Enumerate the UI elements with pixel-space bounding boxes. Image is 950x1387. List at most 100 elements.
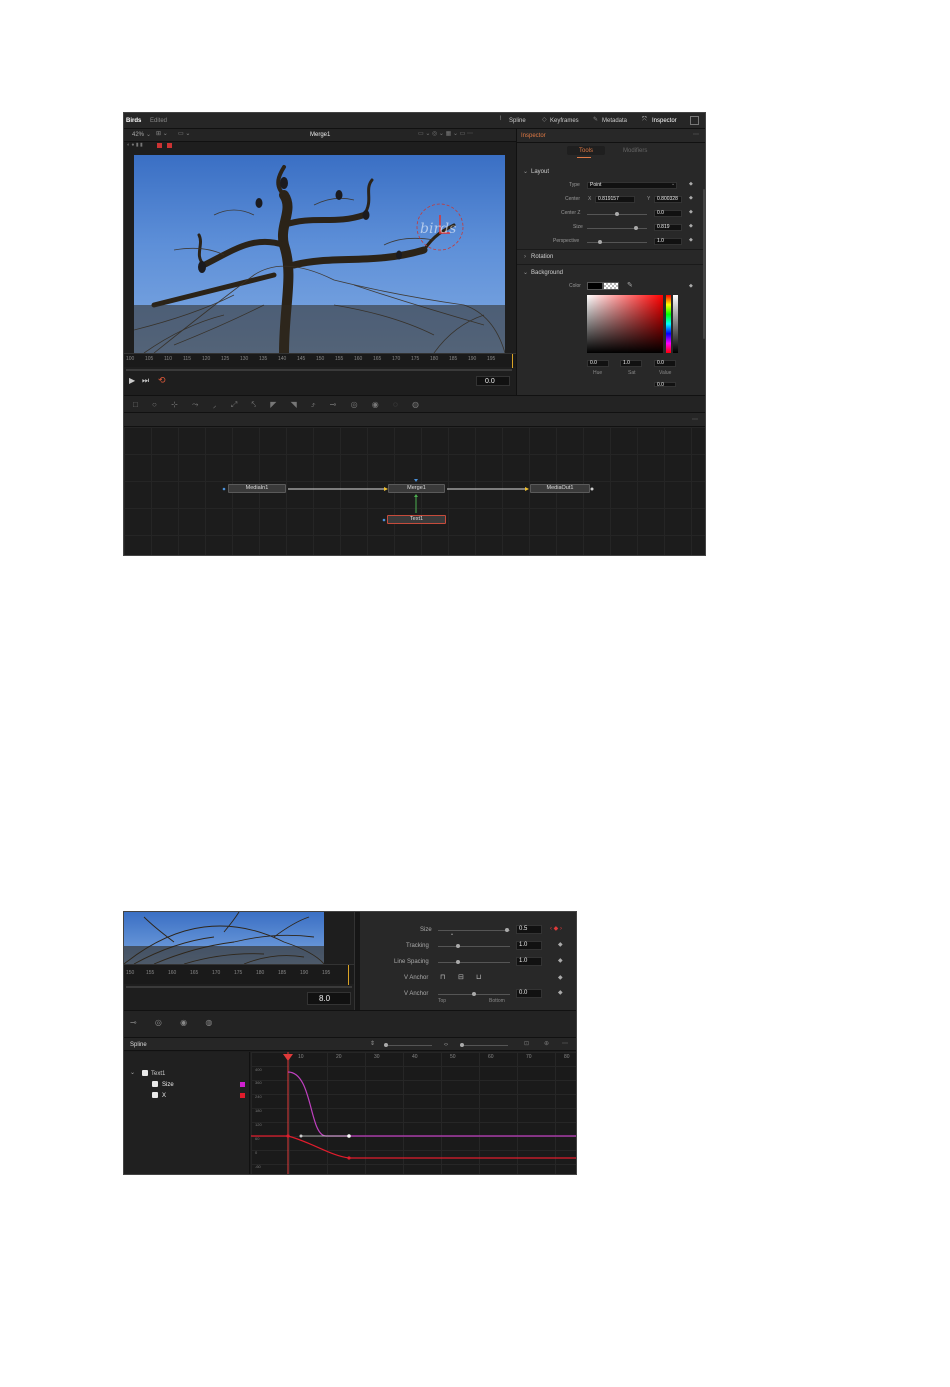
skip-end-icon[interactable]: ⏭: [142, 377, 149, 385]
value-field[interactable]: 0.0: [654, 360, 676, 367]
vertical-zoom-slider[interactable]: [384, 1045, 432, 1046]
scrub-bar[interactable]: [126, 369, 512, 371]
tab-keyframes[interactable]: Keyframes: [550, 118, 579, 124]
tab-inspector[interactable]: Inspector: [652, 118, 677, 124]
keyframe-icon[interactable]: ◆: [689, 284, 693, 289]
viewer-image[interactable]: birds: [134, 155, 505, 353]
red-channel-icon[interactable]: [157, 143, 162, 148]
scrub-bar[interactable]: [126, 986, 352, 988]
size-knob[interactable]: [634, 226, 638, 230]
hue-field[interactable]: 0.0: [587, 360, 609, 367]
line-spacing-slider[interactable]: [438, 962, 510, 963]
alpha-swatch[interactable]: [603, 282, 619, 290]
keyframe-icon[interactable]: ◆: [558, 942, 563, 948]
node-editor[interactable]: MediaIn1 Merge1 MediaOut1 Text1: [124, 427, 705, 555]
zoom-chevron-icon[interactable]: ⌄: [146, 132, 151, 138]
alpha-strip[interactable]: [673, 295, 678, 353]
horizontal-zoom-knob[interactable]: [460, 1043, 464, 1047]
v-anchor-field[interactable]: 0.0: [516, 989, 542, 998]
keyframe-icon[interactable]: ◆: [689, 196, 693, 201]
spline-icon[interactable]: ⌇: [499, 116, 502, 122]
size-slider[interactable]: [587, 228, 647, 229]
tab-metadata[interactable]: Metadata: [602, 118, 627, 124]
next-field[interactable]: 0.0: [654, 382, 676, 388]
maximize-icon[interactable]: [690, 116, 699, 125]
spline-graph[interactable]: 10 20 30 40 50 60 70 80 400 360 240 180 …: [251, 1052, 576, 1174]
zoom-horizontal-icon[interactable]: ‹›: [444, 1042, 448, 1048]
viewer-time-ruler[interactable]: 100 105 110 115 120 125 130 135 140 145 …: [124, 353, 516, 368]
spline-options-icon[interactable]: ⋯: [562, 1041, 568, 1047]
size-field[interactable]: 0.819: [654, 224, 682, 231]
center-y-field[interactable]: 0.800328: [654, 196, 682, 203]
color-swatch[interactable]: [587, 282, 603, 290]
sat-field[interactable]: 1.0: [620, 360, 642, 367]
chevron-down-icon[interactable]: ⌄: [523, 270, 528, 276]
keyframe-icon[interactable]: ◆: [689, 224, 693, 229]
tree-item-x[interactable]: X: [162, 1093, 166, 1099]
chevron-down-icon[interactable]: ⌄: [523, 169, 528, 175]
loop-icon[interactable]: ⟲: [158, 376, 166, 385]
play-icon[interactable]: ▶: [129, 377, 135, 385]
node-options-icon[interactable]: ⋯: [692, 417, 698, 423]
inspector-options-icon[interactable]: ⋯: [693, 132, 699, 138]
line-spacing-knob[interactable]: [456, 960, 460, 964]
keyframe-icon[interactable]: ◆: [558, 958, 563, 964]
view-icon[interactable]: ▭ ⌄: [178, 131, 190, 137]
keyframe-icon[interactable]: ◆: [558, 990, 563, 996]
subtool-icons[interactable]: ◐ ● ▮ ▮: [127, 143, 143, 148]
tab-modifiers[interactable]: Modifiers: [623, 148, 647, 154]
zoom-icon[interactable]: ⊕: [544, 1041, 549, 1047]
inspector-scrollbar[interactable]: [703, 189, 705, 339]
keyframe-icon[interactable]: ◆: [689, 182, 693, 187]
tree-item-size[interactable]: Size: [162, 1082, 174, 1088]
anchor-bottom-icon[interactable]: ⊔: [476, 974, 481, 981]
perspective-field[interactable]: 1.0: [654, 238, 682, 245]
center-z-knob[interactable]: [615, 212, 619, 216]
tracking-knob[interactable]: [456, 944, 460, 948]
chevron-down-icon[interactable]: ⌄: [130, 1070, 135, 1076]
keyframe-nav-icon[interactable]: ‹ ◆ ›: [550, 926, 562, 932]
viewer-thumbnail[interactable]: [124, 912, 324, 964]
background-section-header[interactable]: Background: [531, 270, 563, 276]
tracking-slider[interactable]: [438, 946, 510, 947]
perspective-slider[interactable]: [587, 242, 647, 243]
record-icon[interactable]: [167, 143, 172, 148]
perspective-knob[interactable]: [598, 240, 602, 244]
metadata-icon[interactable]: ✎: [593, 117, 598, 123]
type-select[interactable]: Point: [587, 182, 677, 189]
x-checkbox[interactable]: [152, 1092, 158, 1098]
tab-tools[interactable]: Tools: [579, 148, 593, 154]
size-knob[interactable]: [505, 928, 509, 932]
tracking-field[interactable]: 1.0: [516, 941, 542, 950]
zoom-vertical-icon[interactable]: ⇕: [370, 1041, 375, 1047]
hue-strip[interactable]: [666, 295, 671, 353]
node-mediain[interactable]: MediaIn1: [228, 484, 286, 493]
anchor-top-icon[interactable]: ⊓: [440, 974, 445, 981]
fit-icon[interactable]: ⊞ ⌄: [156, 131, 168, 137]
tab-spline[interactable]: Spline: [509, 118, 526, 124]
keyframe-icon[interactable]: ◆: [689, 210, 693, 215]
node-mediaout[interactable]: MediaOut1: [530, 484, 590, 493]
view-options-icon[interactable]: ▭ ⌄ ◎ ⌄ ▦ ⌄ ▭ ⋯: [418, 131, 473, 137]
tree-item-text1[interactable]: Text1: [151, 1071, 165, 1077]
text1-checkbox[interactable]: [142, 1070, 148, 1076]
size-checkbox[interactable]: [152, 1081, 158, 1087]
playhead-marker[interactable]: [348, 965, 349, 985]
thumbnail-time-ruler[interactable]: 150 155 160 165 170 175 180 185 190 195: [124, 964, 354, 985]
anchor-middle-icon[interactable]: ⊟: [458, 974, 464, 981]
horizontal-zoom-slider[interactable]: [460, 1045, 508, 1046]
size-slider[interactable]: [438, 930, 510, 931]
zoom-select[interactable]: 42%: [132, 132, 144, 138]
vertical-zoom-knob[interactable]: [384, 1043, 388, 1047]
playhead-marker[interactable]: [512, 354, 513, 368]
center-x-field[interactable]: 0.819157: [595, 196, 635, 203]
keyframe-icon[interactable]: ◆: [689, 238, 693, 243]
rotation-section-header[interactable]: Rotation: [531, 254, 553, 260]
eyedropper-icon[interactable]: ✎: [627, 282, 633, 289]
chevron-down-icon[interactable]: ⌄: [671, 182, 675, 187]
fit-view-icon[interactable]: ⊡: [524, 1041, 529, 1047]
v-anchor-knob[interactable]: [472, 992, 476, 996]
keyframes-icon[interactable]: ◇: [542, 117, 547, 123]
color-picker-field[interactable]: [587, 295, 663, 353]
line-spacing-field[interactable]: 1.0: [516, 957, 542, 966]
